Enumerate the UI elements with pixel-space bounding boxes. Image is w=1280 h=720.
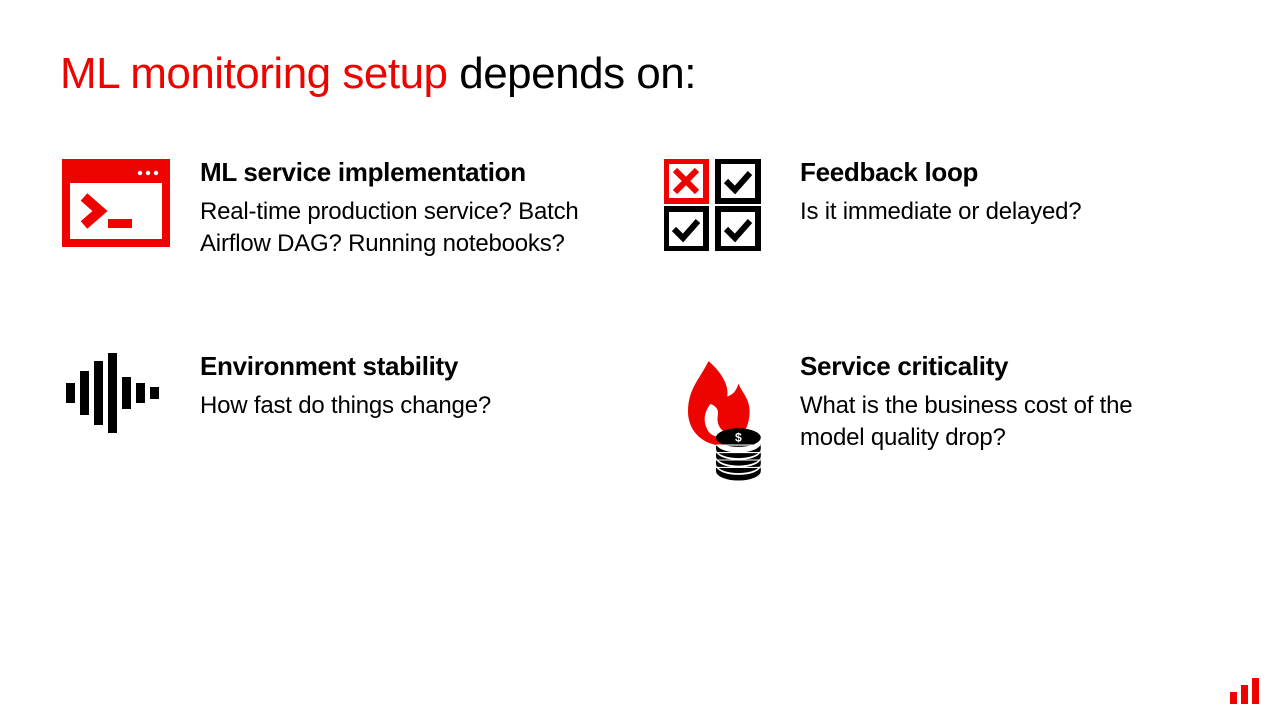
waveform-icon xyxy=(60,351,172,433)
item-criticality: $ Service criticality What is the busine… xyxy=(660,351,1220,483)
item-feedback: Feedback loop Is it immediate or delayed… xyxy=(660,157,1220,261)
slide-title: ML monitoring setup depends on: xyxy=(60,48,1220,101)
title-rest: depends on: xyxy=(448,49,696,98)
fire-money-icon: $ xyxy=(660,351,772,483)
item-title: Environment stability xyxy=(200,351,620,382)
item-desc: How fast do things change? xyxy=(200,390,580,422)
item-ml-service: ML service implementation Real-time prod… xyxy=(60,157,620,261)
content-grid: ML service implementation Real-time prod… xyxy=(60,157,1220,483)
logo-bars-icon xyxy=(1230,678,1260,704)
title-accent: ML monitoring setup xyxy=(60,49,448,98)
terminal-icon xyxy=(60,157,172,247)
item-title: Feedback loop xyxy=(800,157,1220,188)
item-body: Environment stability How fast do things… xyxy=(200,351,620,422)
item-body: Feedback loop Is it immediate or delayed… xyxy=(800,157,1220,228)
slide: ML monitoring setup depends on: ML servi… xyxy=(0,0,1280,720)
item-desc: What is the business cost of the model q… xyxy=(800,390,1180,455)
item-body: ML service implementation Real-time prod… xyxy=(200,157,620,261)
svg-text:$: $ xyxy=(735,430,742,444)
item-title: ML service implementation xyxy=(200,157,620,188)
item-desc: Is it immediate or delayed? xyxy=(800,196,1180,228)
item-desc: Real-time production service? Batch Airf… xyxy=(200,196,580,261)
checkboxes-icon xyxy=(660,157,772,251)
item-body: Service criticality What is the business… xyxy=(800,351,1220,455)
item-environment: Environment stability How fast do things… xyxy=(60,351,620,483)
item-title: Service criticality xyxy=(800,351,1220,382)
